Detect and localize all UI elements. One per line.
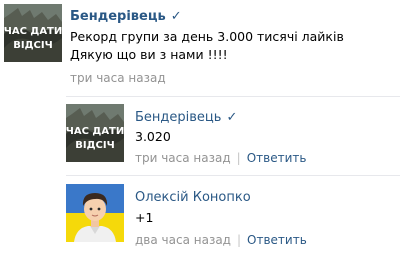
reply-avatar-user[interactable] <box>66 184 124 242</box>
post-text: Рекорд групи за день 3.000 тисячі лайків… <box>70 28 344 64</box>
post-time[interactable]: три часа назад <box>70 71 166 85</box>
reply-text: 3.020 <box>135 129 171 144</box>
reply-meta: три часа назад | Ответить <box>135 151 306 165</box>
checkmark-icon: ✓ <box>170 9 182 24</box>
wall-post: ЧАС ДАТИ ВІДСІЧ Бендерівець ✓ Рекорд груп… <box>0 0 400 259</box>
avatar-caption-top: ЧАС ДАТИ <box>4 26 62 37</box>
avatar-caption-bottom: ВІДСІЧ <box>13 40 52 51</box>
avatar-caption-bottom: ВІДСІЧ <box>75 140 114 151</box>
meta-separator: | <box>236 233 242 247</box>
post-author-name[interactable]: Бендерівець <box>70 9 166 24</box>
reply-time[interactable]: три часа назад <box>135 151 231 165</box>
reply-button[interactable]: Ответить <box>247 233 307 247</box>
reply-author[interactable]: Олексій Конопко <box>135 190 251 206</box>
reply-avatar-group[interactable]: ЧАС ДАТИ ВІДСІЧ <box>66 104 124 162</box>
meta-separator: | <box>236 151 241 165</box>
avatar-caption-top: ЧАС ДАТИ <box>66 126 124 137</box>
user-avatar-image <box>66 184 124 242</box>
reply-avatar-image: ЧАС ДАТИ ВІДСІЧ <box>66 104 124 162</box>
reply-author-name[interactable]: Бендерівець <box>135 110 221 125</box>
post-text-line1: Рекорд групи за день 3.000 тисячі лайків <box>70 29 344 44</box>
divider <box>66 96 400 97</box>
divider <box>66 175 400 176</box>
post-author[interactable]: Бендерівець ✓ <box>70 9 182 25</box>
reply-meta: два часа назад | Ответить <box>135 233 307 247</box>
post-text-line2: Дякую що ви з нами !!!! <box>70 47 228 62</box>
group-avatar[interactable]: ЧАС ДАТИ ВІДСІЧ <box>4 4 62 62</box>
reply-text: +1 <box>135 210 154 225</box>
reply-author-name[interactable]: Олексій Конопко <box>135 190 251 205</box>
reply-time[interactable]: два часа назад <box>135 233 231 247</box>
reply-author[interactable]: Бендерівець ✓ <box>135 110 237 126</box>
reply-button[interactable]: Ответить <box>247 151 307 165</box>
group-avatar-image: ЧАС ДАТИ ВІДСІЧ <box>4 4 62 62</box>
checkmark-icon: ✓ <box>226 110 238 125</box>
